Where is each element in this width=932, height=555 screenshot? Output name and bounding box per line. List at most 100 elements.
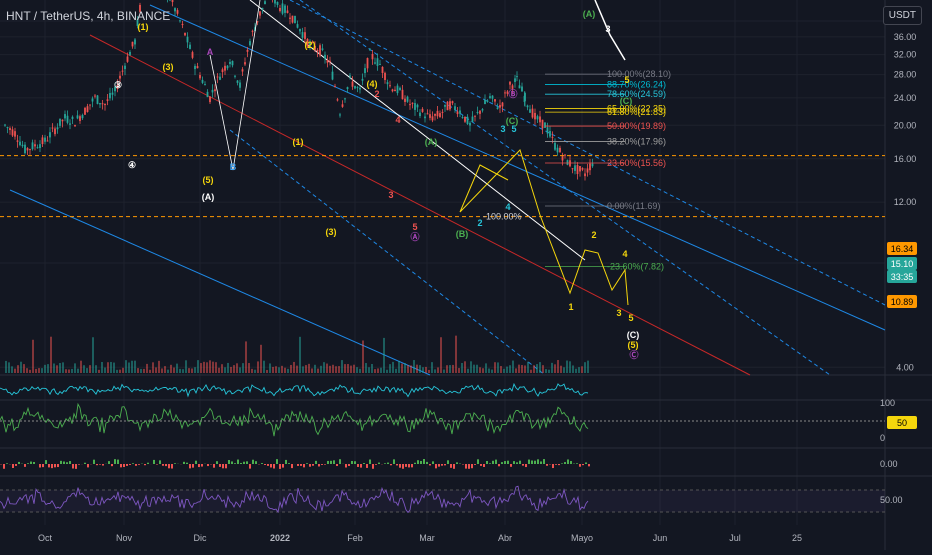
candle-body — [374, 62, 376, 63]
candle-body — [127, 56, 129, 61]
volume-bar — [398, 361, 400, 373]
candle-body — [239, 83, 241, 88]
wave-label: (1) — [138, 22, 149, 32]
volume-bar — [119, 370, 121, 373]
volume-bar — [368, 367, 370, 373]
histogram-bar — [558, 464, 560, 465]
candle-body — [579, 166, 581, 171]
candle-body — [439, 113, 441, 117]
price-tag-current: 15.10 — [891, 259, 914, 269]
volume-bar — [539, 362, 541, 373]
candle-body — [37, 147, 39, 148]
wave-label: 1 — [568, 302, 573, 312]
candle-body — [427, 113, 429, 114]
y-tick-label: 12.00 — [894, 197, 917, 207]
volume-bar — [488, 369, 490, 373]
histogram-bar — [165, 464, 167, 466]
volume-bar — [371, 364, 373, 373]
histogram-bar — [99, 464, 101, 465]
wave-label: 3 — [616, 308, 621, 318]
histogram-bar — [84, 463, 86, 464]
candle-body — [79, 116, 81, 121]
volume-bar — [23, 364, 25, 373]
volume-bar — [167, 370, 169, 373]
candle-body — [202, 80, 204, 83]
histogram-bar — [162, 464, 164, 466]
candle-body — [379, 64, 381, 65]
candle-body — [4, 125, 6, 126]
candle-body — [132, 42, 134, 47]
currency-button[interactable]: USDT — [883, 6, 922, 25]
volume-bar — [467, 369, 469, 373]
candle-body — [84, 108, 86, 115]
candle-body — [297, 24, 299, 28]
volume-bar — [131, 361, 133, 373]
volume-bar — [380, 368, 382, 373]
histogram-bar — [78, 464, 80, 465]
volume-bar — [185, 360, 187, 373]
histogram-bar — [318, 464, 320, 466]
candle-body — [557, 148, 559, 153]
histogram-bar — [144, 464, 146, 465]
candle-body — [487, 101, 489, 102]
histogram-bar — [327, 461, 329, 464]
histogram-bar — [348, 464, 350, 466]
candle-body — [452, 101, 454, 103]
candle-body — [232, 61, 234, 65]
x-tick-label: Abr — [498, 533, 512, 543]
histogram-bar — [120, 464, 122, 467]
volume-bar — [455, 336, 457, 373]
volume-bar — [146, 364, 148, 373]
candle-body — [479, 111, 481, 114]
candle-body — [212, 90, 214, 92]
candle-body — [494, 99, 496, 101]
histogram-bar — [336, 464, 338, 466]
histogram-bar — [243, 462, 245, 464]
histogram-bar — [3, 464, 5, 469]
chart-canvas[interactable]: 40.0036.0032.0028.0024.0020.0016.0012.00… — [0, 0, 932, 550]
histogram-bar — [441, 464, 443, 466]
histogram-bar — [528, 460, 530, 464]
candle-body — [29, 149, 31, 150]
histogram-bar — [351, 461, 353, 464]
volume-bar — [62, 362, 64, 373]
histogram-bar — [585, 462, 587, 464]
histogram-bar — [438, 464, 440, 467]
volume-bar — [98, 370, 100, 373]
wave-label: (C) — [620, 96, 633, 106]
volume-bar — [137, 368, 139, 373]
chart-svg[interactable]: 40.0036.0032.0028.0024.0020.0016.0012.00… — [0, 0, 932, 550]
volume-bar — [563, 367, 565, 373]
wave-label: 3 — [388, 190, 393, 200]
candle-body — [244, 62, 246, 64]
histogram-bar — [168, 464, 170, 468]
wave-label: ④ — [128, 160, 136, 170]
volume-bar — [584, 362, 586, 373]
wave-label: (C) — [627, 330, 640, 340]
histogram-bar — [435, 464, 437, 468]
histogram-bar — [525, 464, 527, 467]
histogram-bar — [69, 461, 71, 464]
volume-bar — [83, 365, 85, 373]
candle-body — [194, 66, 196, 69]
candle-body — [367, 58, 369, 68]
candle-body — [397, 86, 399, 94]
candle-body — [422, 109, 424, 112]
histogram-bar — [18, 462, 20, 464]
candle-body — [277, 2, 279, 5]
volume-bar — [389, 364, 391, 373]
wave-label: (4) — [367, 79, 378, 89]
candle-body — [484, 100, 486, 104]
candle-body — [412, 103, 414, 104]
volume-bar — [542, 365, 544, 373]
candle-body — [574, 165, 576, 171]
candle-body — [497, 108, 499, 109]
histogram-bar — [249, 464, 251, 469]
candle-body — [89, 104, 91, 105]
volume-bar — [65, 369, 67, 373]
candle-body — [432, 116, 434, 120]
candle-body — [264, 1, 266, 4]
candle-body — [302, 32, 304, 38]
volume-bar — [212, 362, 214, 373]
histogram-bar — [315, 461, 317, 464]
